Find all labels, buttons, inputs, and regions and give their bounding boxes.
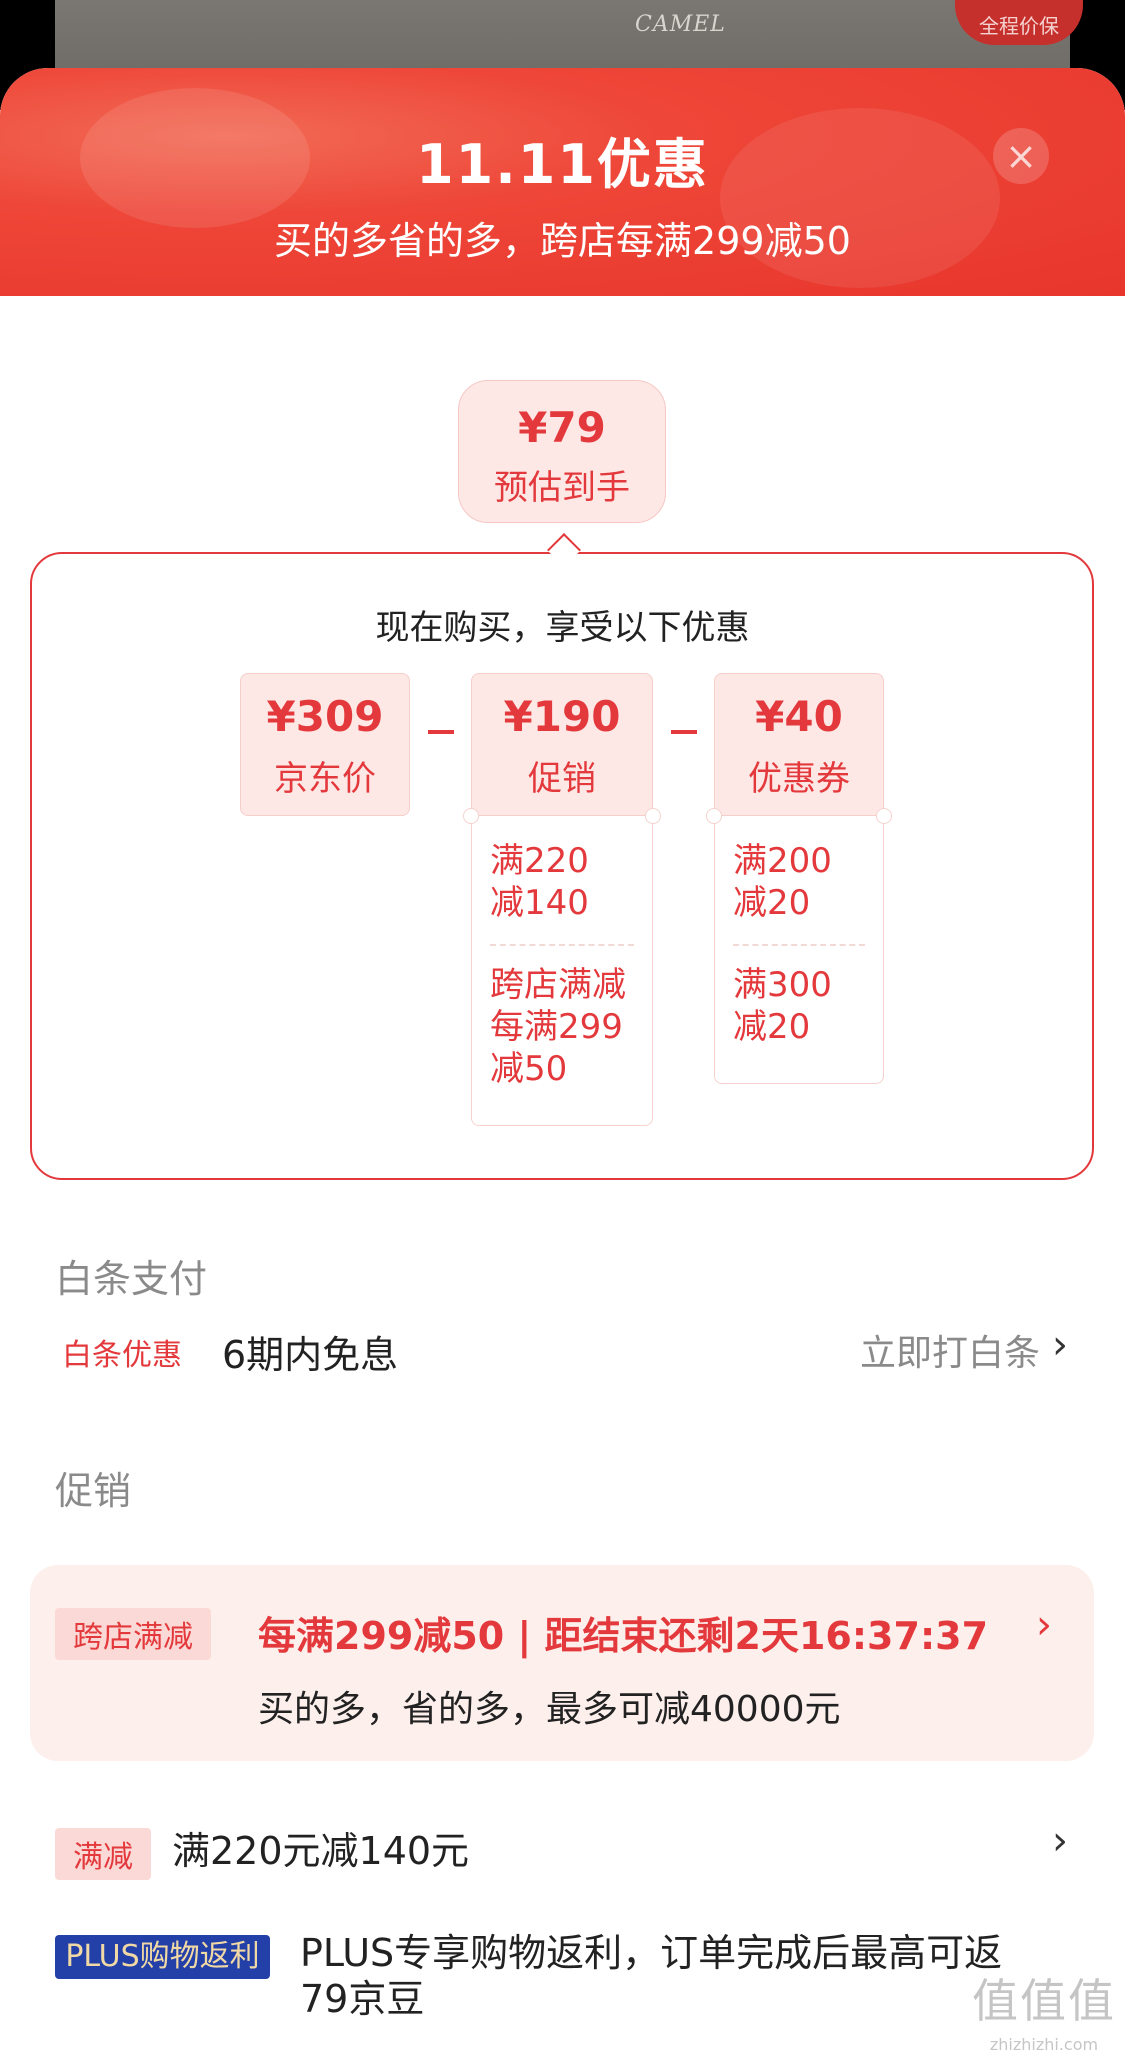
coupon-detail-list: 满200 减20 满300 减20 [714, 816, 884, 1084]
promotions-section-title: 促销 [55, 1469, 132, 1513]
minus-operator [428, 730, 454, 734]
detail-line: 满200 [733, 841, 832, 881]
detail-line: 减20 [733, 883, 811, 923]
detail-line: 每满299 [490, 1007, 623, 1047]
ticket-notch [463, 808, 479, 824]
promotion-detail-item: 跨店满减 每满299 减50 [490, 964, 634, 1090]
detail-line: 满220 [490, 841, 589, 881]
chevron-right-icon[interactable]: › [1052, 1818, 1068, 1864]
coupon-detail-item: 满200 减20 [733, 840, 865, 924]
promotion-label: 促销 [528, 759, 596, 799]
plus-rebate-tag: PLUS购物返利 [55, 1935, 270, 1979]
cross-store-promo-sub: 买的多，省的多，最多可减40000元 [258, 1689, 841, 1730]
watermark-url: zhizhizhi.com [989, 2035, 1099, 2054]
promotion-detail-list: 满220 减140 跨店满减 每满299 减50 [471, 816, 653, 1126]
estimated-price-tag: ¥79 预估到手 [458, 380, 666, 523]
coupon-value: ¥40 [755, 692, 843, 741]
watermark-logo: 值值值 [972, 1974, 1116, 2028]
promotion-detail-item: 满220 减140 [490, 840, 634, 924]
cross-store-promo-main: 每满299减50 | 距结束还剩2天16:37:37 [258, 1614, 989, 1658]
jd-price-label: 京东价 [274, 759, 376, 799]
detail-line: 减20 [733, 1007, 811, 1047]
price-protect-label: 全程价保 [979, 14, 1059, 38]
chevron-right-icon[interactable]: › [1052, 1322, 1068, 1368]
baitiao-offer-text: 6期内免息 [222, 1333, 399, 1377]
dashed-divider [490, 944, 634, 946]
brand-logo: CAMEL [635, 12, 726, 37]
close-button[interactable]: × [993, 128, 1049, 184]
detail-line: 满300 [733, 965, 832, 1005]
detail-line: 减140 [490, 883, 589, 923]
ticket-notch [876, 808, 892, 824]
estimated-price: ¥79 [518, 403, 606, 452]
chevron-right-icon[interactable]: › [1036, 1602, 1052, 1648]
detail-line: 跨店满减 [490, 965, 626, 1005]
plus-rebate-text: PLUS专享购物返利，订单完成后最高可返79京豆 [300, 1931, 1003, 2021]
ticket-notch [706, 808, 722, 824]
jd-price-card: ¥309 京东价 [240, 673, 410, 816]
sheet-header: 11.11优惠 买的多省的多，跨店每满299减50 × [0, 68, 1125, 296]
jd-price-value: ¥309 [266, 692, 384, 741]
promotion-value: ¥190 [503, 692, 621, 741]
close-icon: × [1005, 134, 1037, 178]
detail-line: 减50 [490, 1049, 568, 1089]
sheet-title: 11.11优惠 [416, 133, 709, 196]
cross-store-tag: 跨店满减 [55, 1608, 211, 1660]
coupon-label: 优惠券 [748, 759, 850, 799]
estimated-price-label: 预估到手 [494, 468, 630, 508]
sheet-subtitle: 买的多省的多，跨店每满299减50 [274, 219, 851, 263]
baitiao-action-label: 立即打白条 [860, 1333, 1041, 1374]
baitiao-action-link[interactable]: 立即打白条 [860, 1324, 1040, 1376]
dashed-divider [733, 944, 865, 946]
site-watermark: 值值值 zhizhizhi.com [972, 1965, 1116, 2054]
full-reduction-tag: 满减 [55, 1828, 151, 1880]
full-reduction-text: 满220元减140元 [172, 1829, 470, 1873]
breakdown-title: 现在购买，享受以下优惠 [375, 608, 750, 648]
ticket-notch [645, 808, 661, 824]
coupon-card: ¥40 优惠券 [714, 673, 884, 816]
promotion-card: ¥190 促销 [471, 673, 653, 816]
baitiao-section-title: 白条支付 [55, 1257, 208, 1301]
minus-operator [671, 730, 697, 734]
baitiao-offer-label: 白条优惠 [62, 1338, 182, 1373]
coupon-detail-item: 满300 减20 [733, 964, 865, 1048]
price-protect-badge: 全程价保 [955, 0, 1083, 45]
